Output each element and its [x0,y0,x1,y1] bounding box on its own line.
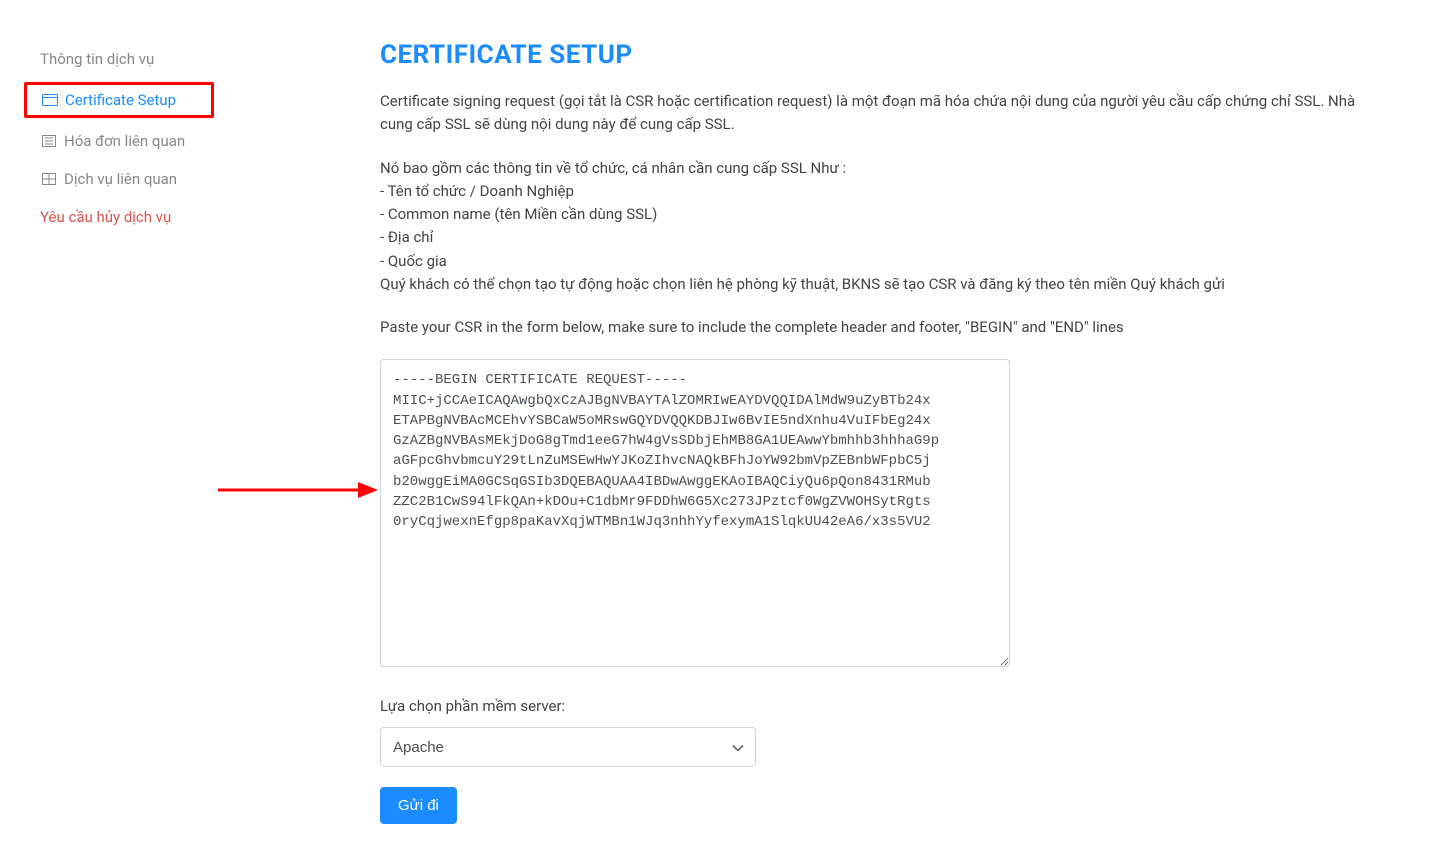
info-line: Nó bao gồm các thông tin về tổ chức, cá … [380,157,1380,180]
card-icon [41,93,59,107]
sidebar-item-related-services[interactable]: Dịch vụ liên quan [40,160,360,198]
info-line: - Tên tổ chức / Doanh Nghiệp [380,180,1380,203]
submit-button[interactable]: Gửi đi [380,787,457,824]
sidebar-item-label: Certificate Setup [65,91,176,109]
page-title: CERTIFICATE SETUP [380,40,1380,70]
sidebar-item-certificate-setup[interactable]: Certificate Setup [27,91,201,109]
sidebar-item-label: Dịch vụ liên quan [64,170,177,188]
info-line: - Quốc gia [380,250,1380,273]
info-list: Nó bao gồm các thông tin về tổ chức, cá … [380,157,1380,297]
info-line: Quý khách có thể chọn tạo tự động hoặc c… [380,273,1380,296]
sidebar: Thông tin dịch vụ Certificate Setup [40,40,360,824]
sidebar-item-label: Hóa đơn liên quan [64,132,185,150]
sidebar-item-label: Yêu cầu hủy dịch vụ [40,208,171,226]
info-line: - Địa chỉ [380,226,1380,249]
sidebar-item-service-info[interactable]: Thông tin dịch vụ [40,40,360,78]
server-software-select[interactable]: Apache [380,727,756,767]
paste-hint: Paste your CSR in the form below, make s… [380,316,1380,339]
intro-paragraph: Certificate signing request (gọi tắt là … [380,90,1380,137]
main-content: CERTIFICATE SETUP Certificate signing re… [360,40,1400,824]
sidebar-item-invoices[interactable]: Hóa đơn liên quan [40,122,360,160]
server-software-label: Lựa chọn phần mềm server: [380,697,1380,715]
list-icon [40,134,58,148]
sidebar-active-highlight: Certificate Setup [24,82,214,118]
info-line: - Common name (tên Miền cần dùng SSL) [380,203,1380,226]
csr-input[interactable] [380,359,1010,667]
sidebar-item-label: Thông tin dịch vụ [40,50,154,68]
grid-icon [40,172,58,186]
sidebar-item-cancel-service[interactable]: Yêu cầu hủy dịch vụ [40,198,360,236]
